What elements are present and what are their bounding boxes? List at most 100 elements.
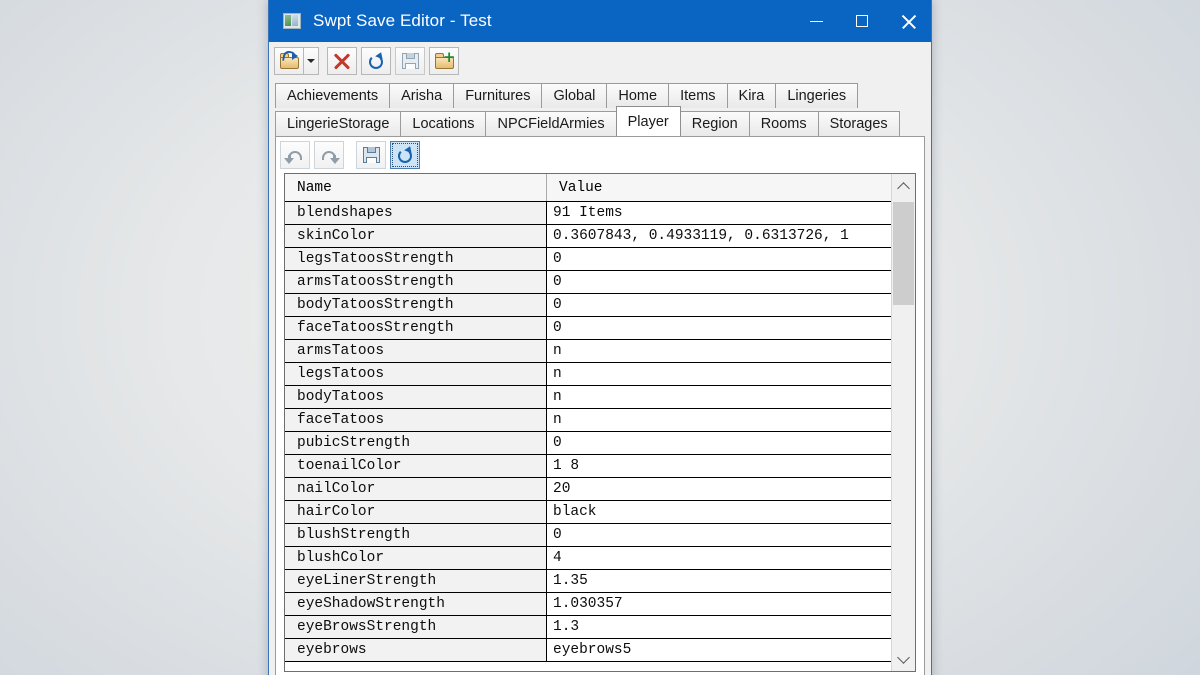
cell-name[interactable]: eyeBrowsStrength [285, 616, 547, 638]
tab-player[interactable]: Player [616, 106, 681, 136]
table-row[interactable]: toenailColor1 8 [285, 455, 891, 478]
table-row[interactable]: nailColor20 [285, 478, 891, 501]
property-grid: Name Value blendshapes91 ItemsskinColor0… [284, 173, 916, 672]
cell-value[interactable]: n [547, 363, 891, 385]
table-row[interactable]: armsTatoosn [285, 340, 891, 363]
tab-kira[interactable]: Kira [727, 83, 777, 108]
cell-value[interactable]: n [547, 386, 891, 408]
minimize-button[interactable] [793, 0, 839, 42]
open-file-button[interactable] [274, 47, 304, 75]
close-button[interactable] [885, 0, 931, 42]
cell-value[interactable]: 1.3 [547, 616, 891, 638]
cell-value[interactable]: 4 [547, 547, 891, 569]
tab-furnitures[interactable]: Furnitures [453, 83, 542, 108]
cell-value[interactable]: n [547, 409, 891, 431]
table-row[interactable]: bodyTatoosStrength0 [285, 294, 891, 317]
cell-name[interactable]: bodyTatoos [285, 386, 547, 408]
tab-region[interactable]: Region [680, 111, 750, 136]
cell-value[interactable]: 1.35 [547, 570, 891, 592]
table-row[interactable]: blushColor4 [285, 547, 891, 570]
table-row[interactable]: legsTatoosn [285, 363, 891, 386]
cell-name[interactable]: toenailColor [285, 455, 547, 477]
scrollbar-track[interactable] [892, 198, 915, 647]
save-button[interactable] [395, 47, 425, 75]
tab-lingeriestorage[interactable]: LingerieStorage [275, 111, 401, 136]
table-row[interactable]: eyebrowseyebrows5 [285, 639, 891, 662]
cell-name[interactable]: nailColor [285, 478, 547, 500]
cell-name[interactable]: skinColor [285, 225, 547, 247]
table-row[interactable]: eyeShadowStrength1.030357 [285, 593, 891, 616]
cell-name[interactable]: hairColor [285, 501, 547, 523]
redo-button[interactable] [314, 141, 344, 169]
cell-name[interactable]: eyebrows [285, 639, 547, 661]
cell-name[interactable]: blushColor [285, 547, 547, 569]
column-header-name[interactable]: Name [285, 174, 547, 201]
cell-name[interactable]: pubicStrength [285, 432, 547, 454]
table-row[interactable]: faceTatoosStrength0 [285, 317, 891, 340]
cell-value[interactable]: 1.030357 [547, 593, 891, 615]
cell-name[interactable]: legsTatoosStrength [285, 248, 547, 270]
tab-arisha[interactable]: Arisha [389, 83, 454, 108]
close-file-button[interactable] [327, 47, 357, 75]
reload-button[interactable] [361, 47, 391, 75]
tab-lingeries[interactable]: Lingeries [775, 83, 858, 108]
table-row[interactable]: skinColor0.3607843, 0.4933119, 0.6313726… [285, 225, 891, 248]
tab-npcfieldarmies[interactable]: NPCFieldArmies [485, 111, 616, 136]
title-bar[interactable]: Swpt Save Editor - Test [269, 0, 931, 42]
cell-name[interactable]: eyeShadowStrength [285, 593, 547, 615]
open-file-dropdown[interactable] [304, 47, 319, 75]
scrollbar-thumb[interactable] [893, 202, 914, 305]
cell-value[interactable]: 1 8 [547, 455, 891, 477]
cell-name[interactable]: eyeLinerStrength [285, 570, 547, 592]
tab-label: Rooms [761, 116, 807, 132]
tab-label: Kira [739, 88, 765, 104]
table-row[interactable]: blushStrength0 [285, 524, 891, 547]
cell-name[interactable]: bodyTatoosStrength [285, 294, 547, 316]
table-row[interactable]: blendshapes91 Items [285, 202, 891, 225]
cell-value[interactable]: eyebrows5 [547, 639, 891, 661]
table-row[interactable]: eyeLinerStrength1.35 [285, 570, 891, 593]
table-row[interactable]: bodyTatoosn [285, 386, 891, 409]
cell-name[interactable]: blendshapes [285, 202, 547, 224]
refresh-entries-button[interactable] [390, 141, 420, 169]
table-row[interactable]: armsTatoosStrength0 [285, 271, 891, 294]
cell-name[interactable]: faceTatoos [285, 409, 547, 431]
column-header-value[interactable]: Value [547, 174, 891, 201]
table-row[interactable]: hairColorblack [285, 501, 891, 524]
maximize-button[interactable] [839, 0, 885, 42]
cell-value[interactable]: 0 [547, 248, 891, 270]
tab-items[interactable]: Items [668, 83, 727, 108]
tab-rooms[interactable]: Rooms [749, 111, 819, 136]
cell-value[interactable]: 0 [547, 317, 891, 339]
save-entry-button[interactable] [356, 141, 386, 169]
cell-value[interactable]: 20 [547, 478, 891, 500]
table-row[interactable]: faceTatoosn [285, 409, 891, 432]
tab-global[interactable]: Global [541, 83, 607, 108]
tab-locations[interactable]: Locations [400, 111, 486, 136]
cell-value[interactable]: 0.3607843, 0.4933119, 0.6313726, 1 [547, 225, 891, 247]
cell-value[interactable]: 0 [547, 294, 891, 316]
table-row[interactable]: eyeBrowsStrength1.3 [285, 616, 891, 639]
vertical-scrollbar[interactable] [891, 174, 915, 671]
cell-name[interactable]: legsTatoos [285, 363, 547, 385]
new-folder-button[interactable]: + [429, 47, 459, 75]
scrollbar-up-button[interactable] [892, 174, 915, 198]
scrollbar-down-button[interactable] [892, 647, 915, 671]
tab-home[interactable]: Home [606, 83, 669, 108]
cell-value[interactable]: 91 Items [547, 202, 891, 224]
table-row[interactable]: legsTatoosStrength0 [285, 248, 891, 271]
cell-name[interactable]: faceTatoosStrength [285, 317, 547, 339]
tab-achievements[interactable]: Achievements [275, 83, 390, 108]
cell-value[interactable]: n [547, 340, 891, 362]
cell-name[interactable]: armsTatoos [285, 340, 547, 362]
tab-storages[interactable]: Storages [818, 111, 900, 136]
cell-value[interactable]: 0 [547, 524, 891, 546]
tab-row-1: Achievements Arisha Furnitures Global Ho… [275, 80, 925, 108]
cell-value[interactable]: 0 [547, 432, 891, 454]
table-row[interactable]: pubicStrength0 [285, 432, 891, 455]
cell-value[interactable]: black [547, 501, 891, 523]
cell-name[interactable]: armsTatoosStrength [285, 271, 547, 293]
undo-button[interactable] [280, 141, 310, 169]
cell-value[interactable]: 0 [547, 271, 891, 293]
cell-name[interactable]: blushStrength [285, 524, 547, 546]
